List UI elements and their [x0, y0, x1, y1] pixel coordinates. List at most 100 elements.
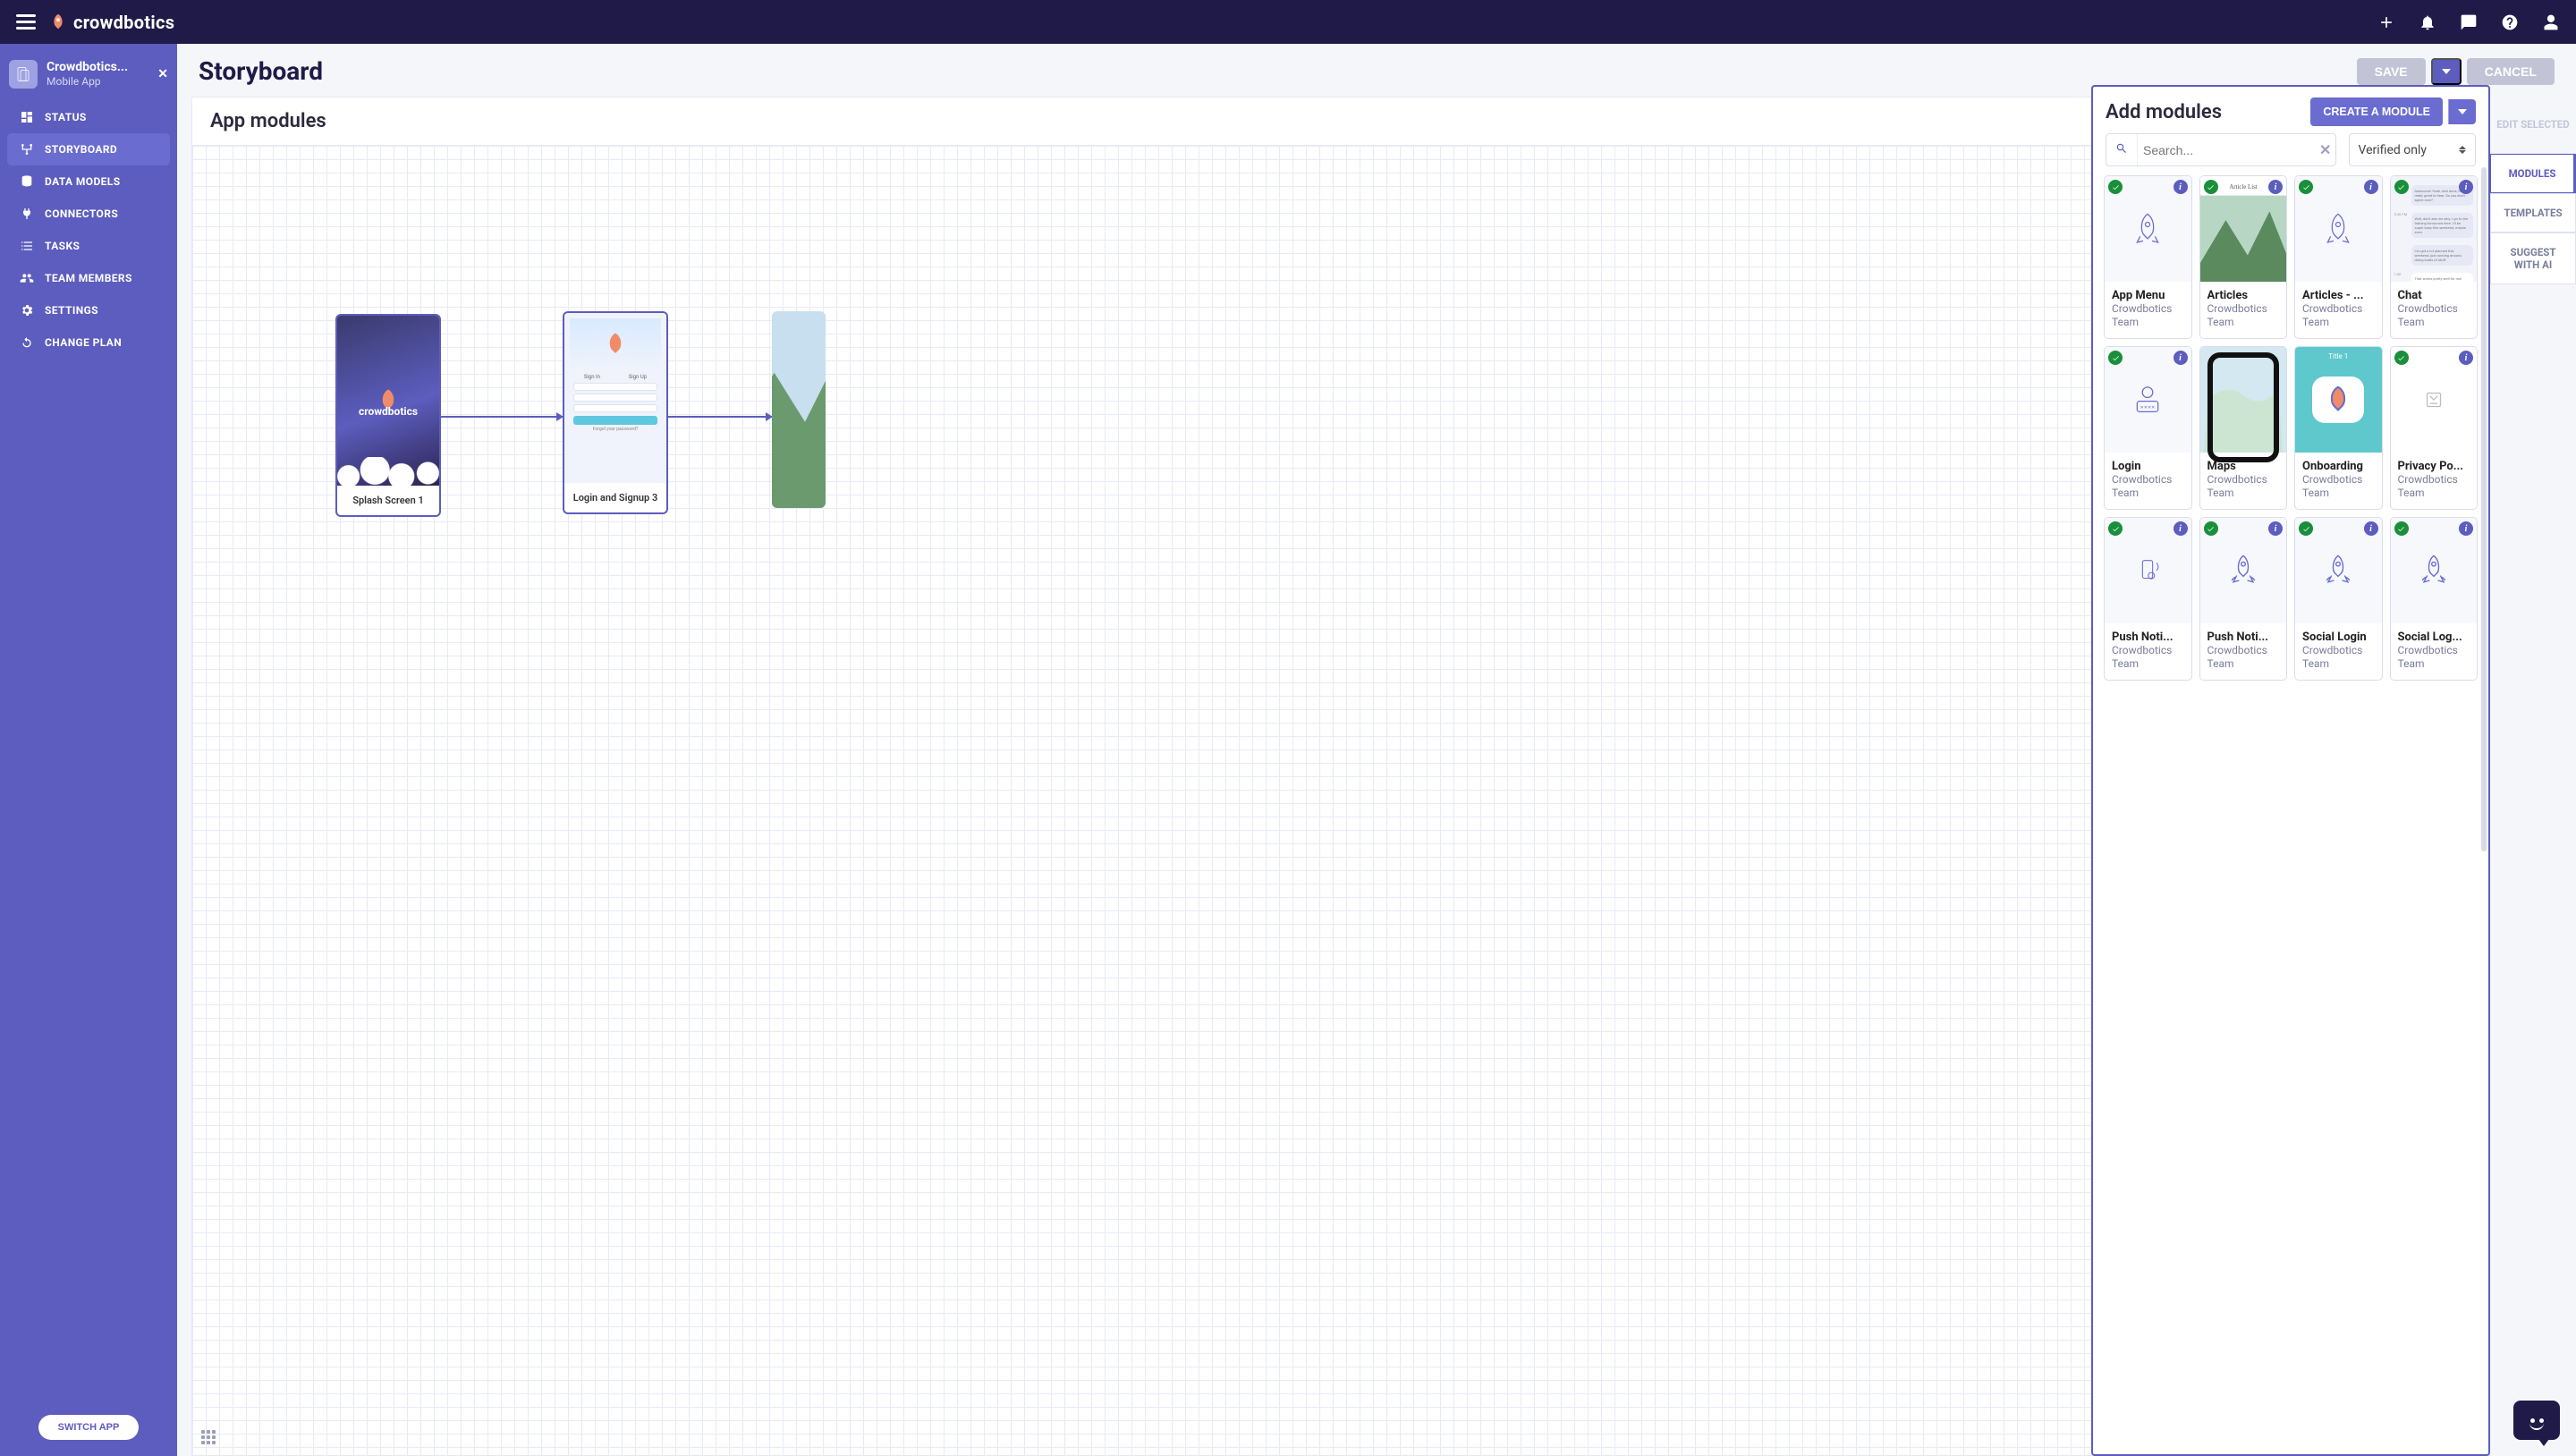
- clear-icon[interactable]: ✕: [2310, 141, 2336, 158]
- tab-templates[interactable]: TEMPLATES: [2490, 193, 2576, 233]
- bell-icon[interactable]: [2419, 13, 2436, 31]
- module-author: Crowdbotics Team: [2207, 302, 2280, 329]
- info-icon[interactable]: i: [2364, 180, 2378, 194]
- rocket-icon: [48, 13, 68, 32]
- switch-app-button[interactable]: SWITCH APP: [38, 1415, 140, 1440]
- search-input[interactable]: [2138, 136, 2310, 165]
- module-card[interactable]: i App Menu Crowdbotics Team: [2104, 175, 2192, 339]
- brand-logo[interactable]: crowdbotics: [48, 12, 174, 33]
- sidebar-item-tasks[interactable]: TASKS: [7, 230, 170, 262]
- module-card[interactable]: i Articles Crowdbotics Team: [2199, 175, 2288, 339]
- module-author: Crowdbotics Team: [2112, 644, 2184, 671]
- info-icon[interactable]: i: [2174, 180, 2188, 194]
- module-name: Onboarding: [2302, 460, 2375, 473]
- module-card[interactable]: i Articles - ... Crowdbotics Team: [2294, 175, 2383, 339]
- sidebar-item-label: SETTINGS: [45, 304, 98, 317]
- right-tabs: EDIT SELECTED MODULES TEMPLATES SUGGEST …: [2490, 97, 2576, 1456]
- grid-icon[interactable]: [201, 1430, 217, 1446]
- menu-icon[interactable]: [16, 14, 36, 30]
- sidebar-item-connectors[interactable]: CONNECTORS: [7, 198, 170, 230]
- tab-suggest-ai[interactable]: SUGGEST WITH AI: [2490, 233, 2576, 284]
- create-module-button[interactable]: CREATE A MODULE: [2310, 97, 2443, 126]
- filter-select[interactable]: Verified only: [2349, 133, 2476, 166]
- save-button[interactable]: SAVE: [2357, 58, 2426, 85]
- module-card[interactable]: i Social Log... Crowdbotics Team: [2390, 517, 2479, 681]
- screen-thumb: crowdbotics: [337, 316, 439, 486]
- verified-icon: [2204, 180, 2218, 194]
- sidebar-item-storyboard[interactable]: STORYBOARD: [7, 133, 170, 165]
- verified-icon: [2108, 521, 2123, 536]
- gear-icon: [20, 303, 34, 317]
- screen-login[interactable]: Sign InSign Up Forgot your password? Log…: [563, 311, 668, 514]
- plug-icon: [20, 207, 34, 221]
- module-card[interactable]: i Social Login Crowdbotics Team: [2294, 517, 2383, 681]
- sidebar-item-label: STATUS: [45, 111, 87, 123]
- sidebar-item-label: TASKS: [45, 240, 80, 252]
- screen-thumb: Sign InSign Up Forgot your password?: [564, 313, 666, 483]
- screen-partial[interactable]: [772, 311, 826, 508]
- project-title: Crowdbotics...: [47, 61, 128, 74]
- info-icon[interactable]: i: [2174, 521, 2188, 536]
- info-icon[interactable]: i: [2459, 521, 2473, 536]
- info-icon[interactable]: i: [2268, 180, 2283, 194]
- connector-arrow: [668, 416, 772, 418]
- help-icon[interactable]: [2501, 13, 2519, 31]
- module-card[interactable]: i Maps Crowdbotics Team: [2199, 346, 2288, 510]
- sidebar: Crowdbotics... Mobile App ✕ STATUS STORYB…: [0, 44, 177, 1456]
- content: Storyboard SAVE CANCEL App modules: [177, 44, 2576, 1456]
- sidebar-item-datamodels[interactable]: DATA MODELS: [7, 165, 170, 198]
- sidebar-item-status[interactable]: STATUS: [7, 101, 170, 133]
- screen-splash[interactable]: crowdbotics Splash Screen 1: [335, 314, 441, 517]
- module-name: Social Log...: [2398, 631, 2470, 644]
- screen-label: Splash Screen 1: [337, 486, 439, 515]
- module-card[interactable]: i Privacy Po... Crowdbotics Team: [2390, 346, 2479, 510]
- project-header: Crowdbotics... Mobile App ✕: [0, 53, 177, 101]
- module-author: Crowdbotics Team: [2112, 302, 2184, 329]
- info-icon[interactable]: i: [2459, 351, 2473, 365]
- user-icon[interactable]: [2542, 13, 2560, 31]
- chat-icon[interactable]: [2460, 13, 2478, 31]
- module-author: Crowdbotics Team: [2398, 302, 2470, 329]
- tab-modules[interactable]: MODULES: [2490, 154, 2576, 193]
- create-module-dropdown[interactable]: [2448, 99, 2476, 124]
- filter-value: Verified only: [2359, 143, 2427, 157]
- close-icon[interactable]: ✕: [157, 67, 168, 81]
- support-chat-icon[interactable]: [2513, 1401, 2560, 1440]
- sidebar-item-plan[interactable]: CHANGE PLAN: [7, 326, 170, 359]
- search-box: ✕: [2106, 133, 2336, 166]
- add-icon[interactable]: [2377, 13, 2395, 31]
- module-name: Social Login: [2302, 631, 2375, 644]
- module-card[interactable]: i Push Noti... Crowdbotics Team: [2199, 517, 2288, 681]
- screen-thumb: [772, 311, 826, 508]
- info-icon[interactable]: i: [2459, 180, 2473, 194]
- sidebar-item-settings[interactable]: SETTINGS: [7, 294, 170, 326]
- module-author: Crowdbotics Team: [2302, 644, 2375, 671]
- module-card[interactable]: i ✕✕✕✕ Login Crowdbotics Team: [2104, 346, 2192, 510]
- module-name: Articles: [2207, 289, 2280, 302]
- module-name: Push Noti...: [2207, 631, 2280, 644]
- module-card[interactable]: i 5:20 PMAwesome! Yeah, well done, that …: [2390, 175, 2479, 339]
- module-name: Chat: [2398, 289, 2470, 302]
- sidebar-item-label: TEAM MEMBERS: [45, 272, 132, 284]
- module-name: App Menu: [2112, 289, 2184, 302]
- search-icon[interactable]: [2106, 134, 2138, 165]
- verified-icon: [2299, 521, 2313, 536]
- module-author: Crowdbotics Team: [2302, 302, 2375, 329]
- module-name: Push Noti...: [2112, 631, 2184, 644]
- module-author: Crowdbotics Team: [2207, 644, 2280, 671]
- cancel-button[interactable]: CANCEL: [2467, 58, 2555, 85]
- module-card[interactable]: i Push Noti... Crowdbotics Team: [2104, 517, 2192, 681]
- module-name: Login: [2112, 460, 2184, 473]
- add-modules-panel: Add modules CREATE A MODULE ✕ Verified o…: [2091, 85, 2490, 1456]
- sidebar-item-label: CHANGE PLAN: [45, 336, 122, 349]
- info-icon[interactable]: i: [2174, 351, 2188, 365]
- sidebar-item-team[interactable]: TEAM MEMBERS: [7, 262, 170, 294]
- info-icon[interactable]: i: [2268, 521, 2283, 536]
- info-icon[interactable]: i: [2364, 521, 2378, 536]
- scrollbar[interactable]: [2481, 167, 2487, 851]
- save-button-dropdown[interactable]: [2431, 58, 2462, 85]
- connector-arrow: [441, 416, 563, 418]
- module-card[interactable]: i Title 1 Onboarding Crowdbotics Team: [2294, 346, 2383, 510]
- screen-label: Login and Signup 3: [564, 483, 666, 512]
- module-author: Crowdbotics Team: [2398, 473, 2470, 500]
